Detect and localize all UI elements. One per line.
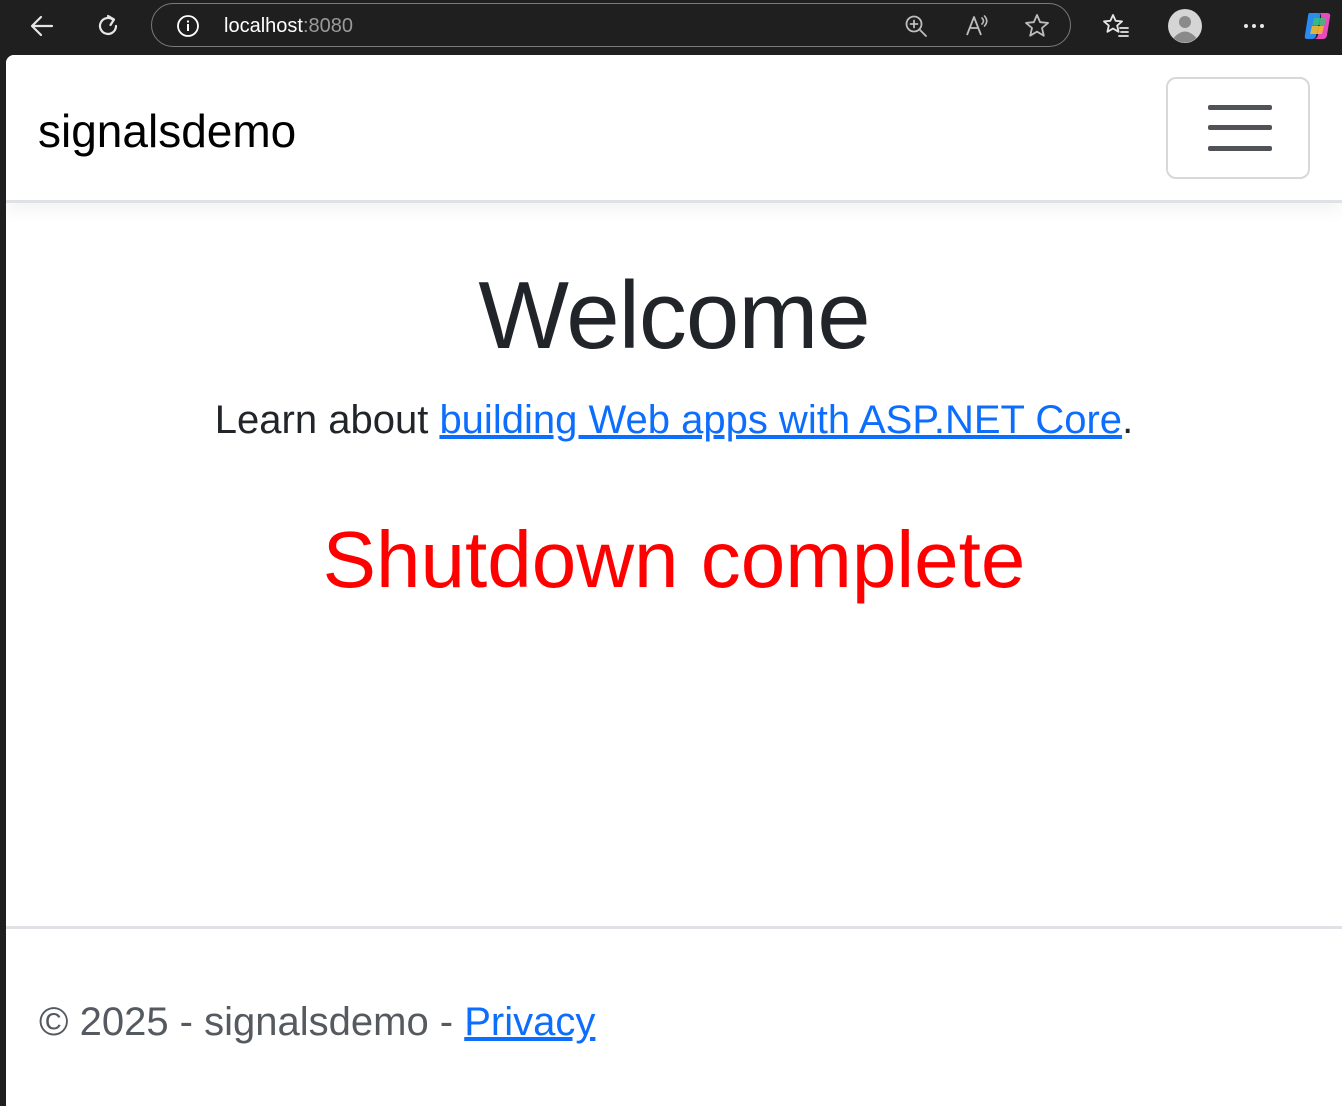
navbar-brand[interactable]: signalsdemo — [38, 103, 296, 159]
url-host: localhost — [224, 15, 303, 37]
footer-text: © 2025 - signalsdemo - Privacy — [39, 995, 595, 1049]
more-icon — [1244, 24, 1264, 28]
page-viewport: signalsdemo Welcome Learn about building… — [6, 55, 1342, 1106]
page-title: Welcome — [478, 262, 870, 369]
footer: © 2025 - signalsdemo - Privacy — [6, 926, 1342, 1106]
privacy-link[interactable]: Privacy — [464, 1000, 595, 1044]
navbar: signalsdemo — [6, 55, 1342, 203]
learn-prefix: Learn about — [214, 398, 440, 442]
info-icon — [177, 15, 199, 37]
read-aloud-icon — [966, 15, 988, 36]
learn-paragraph: Learn about building Web apps with ASP.N… — [6, 393, 1342, 447]
back-button[interactable] — [22, 6, 62, 46]
favorites-button[interactable] — [1096, 6, 1136, 46]
site-info-button[interactable] — [176, 14, 200, 38]
shutdown-status: Shutdown complete — [322, 515, 1026, 604]
copilot-button[interactable] — [1298, 6, 1338, 46]
learn-suffix: . — [1122, 398, 1134, 442]
aspnet-docs-link[interactable]: building Web apps with ASP.NET Core — [439, 398, 1122, 442]
address-bar[interactable]: localhost:8080 — [151, 3, 1071, 47]
profile-avatar-icon — [1168, 9, 1202, 43]
zoom-in-icon — [905, 15, 927, 37]
url-text[interactable]: localhost:8080 — [224, 14, 353, 38]
profile-button[interactable] — [1165, 6, 1205, 46]
zoom-button[interactable] — [902, 12, 930, 40]
refresh-icon — [98, 14, 118, 35]
more-button[interactable] — [1234, 6, 1274, 46]
copyright-text: © 2025 - signalsdemo - — [39, 1000, 465, 1044]
favorites-list-icon — [1103, 14, 1129, 37]
refresh-button[interactable] — [88, 6, 128, 46]
copilot-icon — [1304, 13, 1331, 39]
read-aloud-button[interactable] — [963, 12, 991, 40]
back-arrow-icon — [30, 15, 54, 37]
navbar-toggler-button[interactable] — [1166, 77, 1310, 179]
favorite-button[interactable] — [1023, 12, 1051, 40]
url-port: :8080 — [302, 15, 353, 37]
browser-toolbar: localhost:8080 — [0, 0, 1342, 55]
star-icon — [1025, 14, 1049, 37]
